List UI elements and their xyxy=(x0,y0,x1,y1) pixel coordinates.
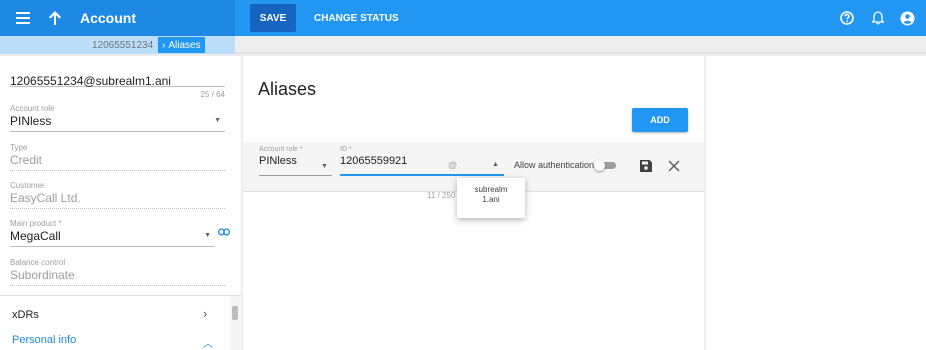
field-underline xyxy=(259,175,332,176)
page-title: Account xyxy=(80,10,136,26)
char-counter: 11 / 250 xyxy=(427,191,456,200)
chevron-down-icon: ▼ xyxy=(321,163,328,170)
field-label: ID * xyxy=(340,146,352,153)
help-icon[interactable] xyxy=(836,7,858,29)
back-arrow-icon[interactable] xyxy=(44,7,66,29)
field-value: MegaCall xyxy=(10,229,61,243)
field-label: Customer xyxy=(10,181,45,190)
field-value: Credit xyxy=(10,153,43,167)
type-field: Type Credit xyxy=(10,143,225,171)
account-id-field[interactable]: 12065551234@subrealm1.ani xyxy=(10,62,225,88)
account-circle-icon[interactable] xyxy=(896,7,918,29)
dropdown-option[interactable]: subrealm 1.ani xyxy=(467,185,515,205)
account-role-select[interactable]: Account role PINless ▼ xyxy=(10,104,225,132)
realm-dropdown-menu: subrealm 1.ani xyxy=(457,178,525,218)
chevron-up-icon[interactable]: ▲ xyxy=(492,161,499,168)
at-sign-suffix: @ xyxy=(448,160,458,170)
field-value: Subordinate xyxy=(10,268,75,282)
account-id-value: 12065551234@subrealm1.ani xyxy=(10,74,171,88)
breadcrumb-item-label: Aliases xyxy=(168,39,201,51)
top-app-bar xyxy=(0,0,926,36)
main-product-select[interactable]: Main product * MegaCall ▼ xyxy=(10,219,215,247)
field-label: Balance control xyxy=(10,258,66,267)
section-title: Aliases xyxy=(258,79,317,99)
alias-account-role-select[interactable]: Account role * PINless xyxy=(259,146,303,167)
allow-authentication-label: Allow authentication xyxy=(514,160,595,170)
nav-item-personal-info[interactable]: Personal info xyxy=(12,334,76,346)
notifications-bell-icon[interactable] xyxy=(867,7,889,29)
link-icon[interactable] xyxy=(218,225,230,239)
nav-item-xdrs[interactable]: xDRs xyxy=(12,309,39,321)
chevron-down-icon: ▼ xyxy=(204,232,211,239)
chevron-right-icon: › xyxy=(162,39,166,51)
breadcrumb-item-aliases[interactable]: › Aliases xyxy=(158,37,205,53)
scrollbar[interactable] xyxy=(230,296,240,350)
divider xyxy=(235,52,926,54)
field-label: Account role * xyxy=(259,146,303,153)
field-value: EasyCall Ltd. xyxy=(10,191,81,205)
menu-icon[interactable] xyxy=(12,7,34,29)
alias-id-input[interactable]: ID * 12065559921 xyxy=(340,146,407,167)
add-alias-button[interactable]: ADD xyxy=(632,108,688,132)
save-button[interactable]: SAVE xyxy=(250,4,296,32)
scrollbar-thumb[interactable] xyxy=(232,306,238,320)
divider xyxy=(0,295,241,296)
chevron-up-icon[interactable]: ︿ xyxy=(203,335,213,350)
save-icon[interactable] xyxy=(640,159,652,177)
breadcrumb-item-account[interactable]: 12065551234 xyxy=(92,40,153,51)
toggle-knob xyxy=(594,160,605,171)
field-label: Type xyxy=(10,143,28,152)
close-icon[interactable] xyxy=(668,159,680,177)
char-counter: 25 / 64 xyxy=(200,90,225,99)
field-label: Main product * xyxy=(10,219,62,228)
right-panel xyxy=(706,56,926,350)
chevron-down-icon: ▼ xyxy=(214,117,221,124)
chevron-right-icon[interactable]: › xyxy=(203,306,207,321)
field-value: PINless xyxy=(10,114,52,128)
field-value: PINless xyxy=(259,155,297,167)
allow-authentication-toggle[interactable] xyxy=(594,160,616,171)
customer-field: Customer EasyCall Ltd. xyxy=(10,181,225,209)
balance-control-field: Balance control Subordinate xyxy=(10,258,225,286)
field-label: Account role xyxy=(10,104,55,113)
change-status-button[interactable]: CHANGE STATUS xyxy=(306,4,407,32)
field-value: 12065559921 xyxy=(340,155,408,167)
field-underline-active xyxy=(340,174,504,176)
